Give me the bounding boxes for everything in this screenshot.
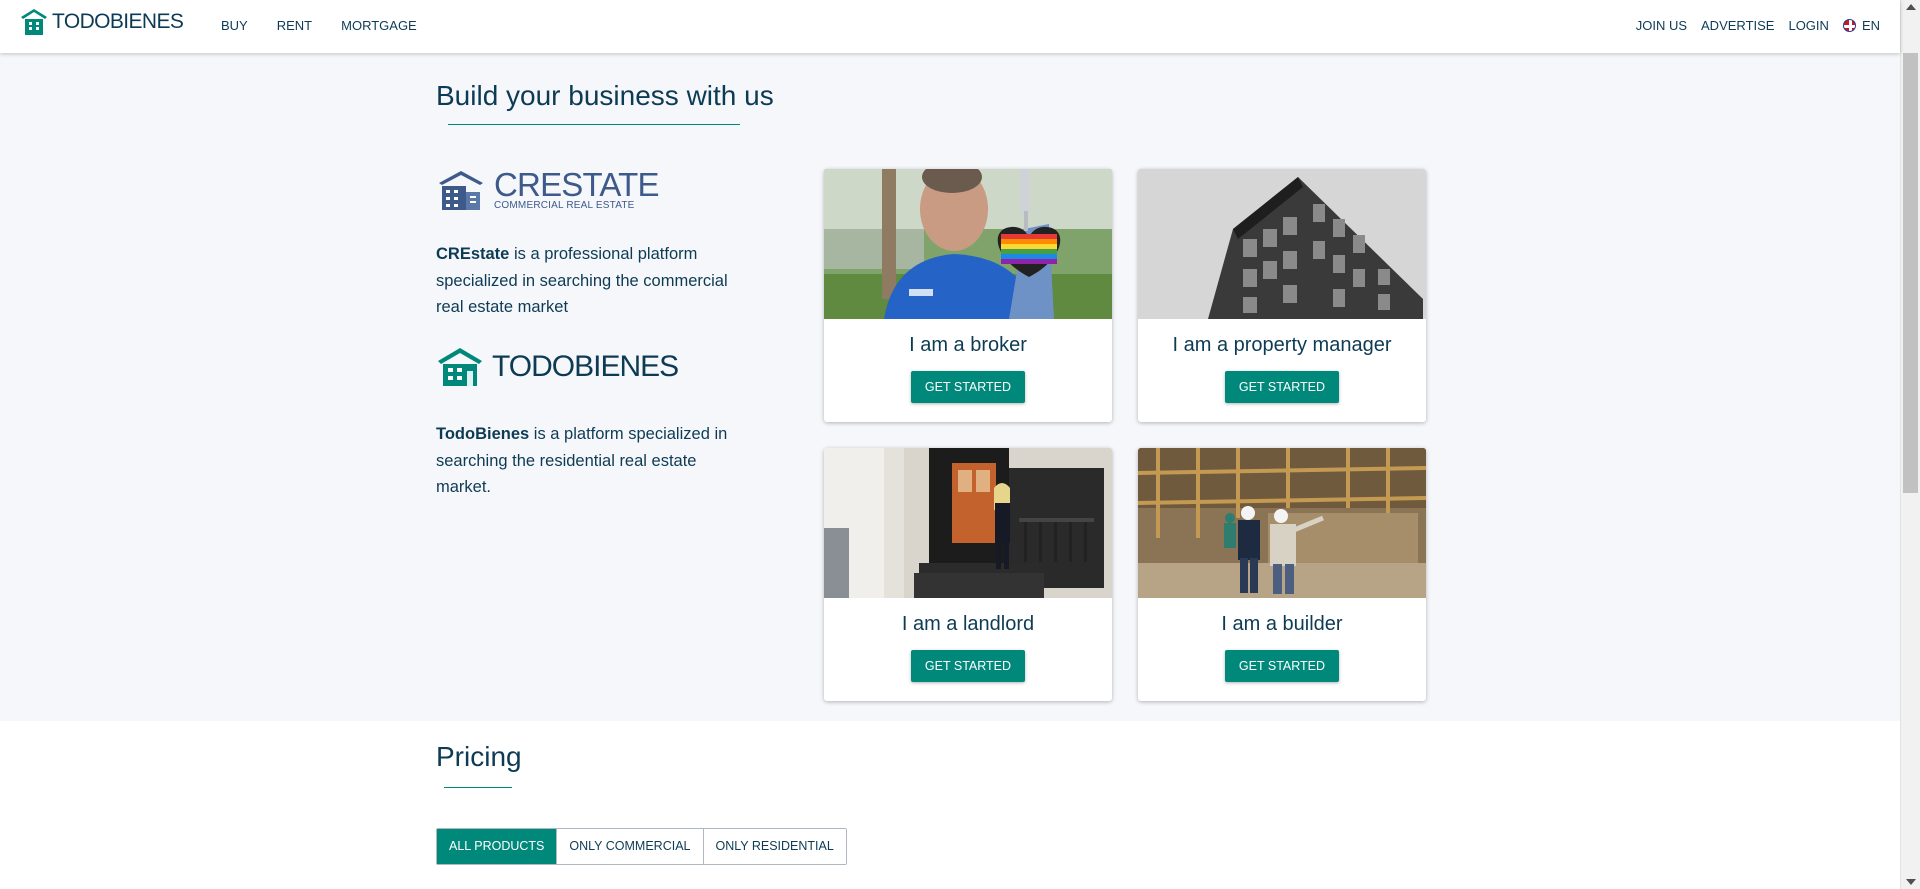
language-selector[interactable]: EN bbox=[1842, 18, 1880, 33]
crestate-subtitle: COMMERCIAL REAL ESTATE bbox=[494, 199, 635, 211]
nav-join-us[interactable]: JOIN US bbox=[1636, 18, 1687, 33]
business-section: Build your business with us CRESTATE COM… bbox=[0, 53, 1900, 721]
property-manager-get-started-button[interactable]: GET STARTED bbox=[1224, 371, 1340, 403]
property-manager-photo bbox=[1138, 169, 1426, 319]
pricing-section: Pricing ALL PRODUCTS ONLY COMMERCIAL ONL… bbox=[0, 721, 1900, 889]
todobienes-logo[interactable]: TODOBIENES bbox=[20, 8, 184, 36]
nav-mortgage[interactable]: MORTGAGE bbox=[341, 18, 417, 33]
crestate-logo: CRESTATE COMMERCIAL REAL ESTATE bbox=[436, 165, 660, 211]
uk-flag-icon bbox=[1842, 19, 1856, 32]
todobienes-house-icon bbox=[438, 348, 482, 386]
scroll-down-arrow-icon[interactable] bbox=[1906, 879, 1916, 885]
scrollbar-thumb[interactable] bbox=[1903, 53, 1918, 493]
crestate-name: CRESTATE bbox=[494, 165, 660, 203]
nav-advertise[interactable]: ADVERTISE bbox=[1701, 18, 1774, 33]
broker-card: I am a broker GET STARTED bbox=[824, 169, 1112, 422]
landlord-photo bbox=[824, 448, 1112, 598]
builder-card: I am a builder GET STARTED bbox=[1138, 448, 1426, 701]
landlord-card: I am a landlord GET STARTED bbox=[824, 448, 1112, 701]
landlord-card-title: I am a landlord bbox=[901, 613, 1035, 635]
property-manager-card: I am a property manager GET STARTED bbox=[1138, 169, 1426, 422]
tab-only-commercial[interactable]: ONLY COMMERCIAL bbox=[556, 829, 703, 864]
nav-rent[interactable]: RENT bbox=[277, 18, 312, 33]
broker-card-title: I am a broker bbox=[909, 334, 1027, 356]
builder-card-title: I am a builder bbox=[1221, 613, 1343, 635]
crestate-building-icon bbox=[439, 171, 483, 210]
main-nav: BUY RENT MORTGAGE bbox=[221, 18, 446, 33]
business-title: Build your business with us bbox=[436, 80, 774, 111]
broker-get-started-button[interactable]: GET STARTED bbox=[910, 371, 1026, 403]
pricing-title: Pricing bbox=[436, 741, 522, 772]
tab-all-products[interactable]: ALL PRODUCTS bbox=[437, 829, 557, 864]
title-underline bbox=[448, 124, 740, 125]
nav-login[interactable]: LOGIN bbox=[1788, 18, 1828, 33]
pricing-filter-tabs: ALL PRODUCTS ONLY COMMERCIAL ONLY RESIDE… bbox=[436, 828, 847, 865]
scroll-up-arrow-icon[interactable] bbox=[1906, 4, 1916, 10]
tab-only-residential[interactable]: ONLY RESIDENTIAL bbox=[702, 829, 846, 864]
nav-buy[interactable]: BUY bbox=[221, 18, 248, 33]
todobienes-brand-logo: TODOBIENES bbox=[436, 347, 679, 387]
broker-photo bbox=[824, 169, 1112, 319]
pricing-underline bbox=[444, 787, 512, 788]
property-manager-card-title: I am a property manager bbox=[1172, 334, 1392, 356]
crestate-description: CREstate is a professional platform spec… bbox=[436, 245, 728, 316]
language-label: EN bbox=[1861, 18, 1880, 33]
landlord-get-started-button[interactable]: GET STARTED bbox=[910, 650, 1026, 682]
house-logo-icon bbox=[21, 9, 47, 35]
account-nav: JOIN US ADVERTISE LOGIN EN bbox=[1622, 18, 1880, 33]
todobienes-description: TodoBienes is a platform specialized in … bbox=[436, 425, 728, 496]
builder-get-started-button[interactable]: GET STARTED bbox=[1224, 650, 1340, 682]
builder-photo bbox=[1138, 448, 1426, 598]
logo-text: TODOBIENES bbox=[52, 10, 184, 33]
page-scrollbar[interactable] bbox=[1900, 0, 1920, 889]
top-navbar: TODOBIENES BUY RENT MORTGAGE JOIN US ADV… bbox=[0, 0, 1900, 53]
todobienes-name: TODOBIENES bbox=[492, 350, 679, 383]
